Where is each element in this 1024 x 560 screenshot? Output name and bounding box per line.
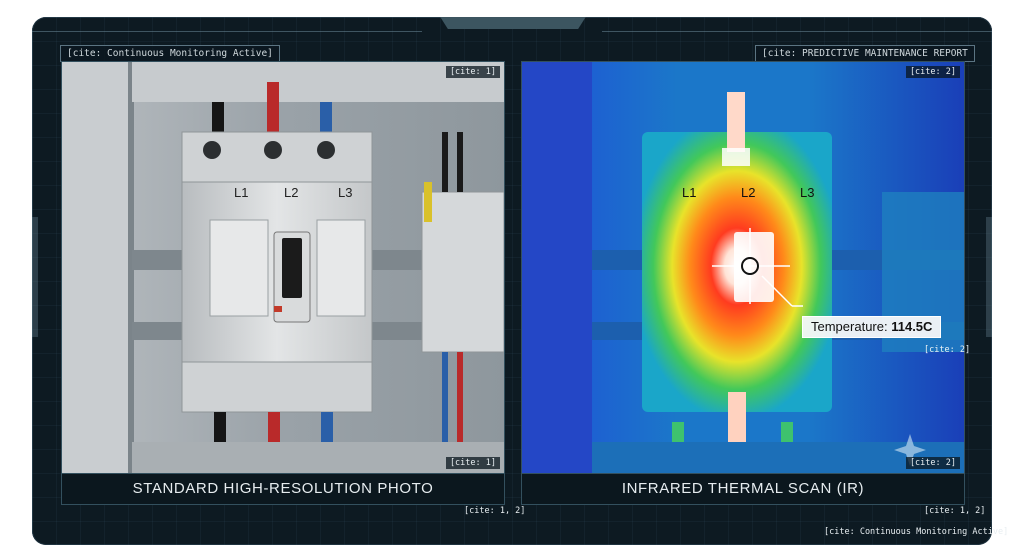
hud-line — [602, 31, 992, 32]
hud-side-bar — [986, 217, 992, 337]
temperature-value: 114.5C — [891, 319, 933, 334]
phase-label: L3 — [338, 185, 352, 200]
top-tab-decoration — [439, 17, 587, 29]
caption-citation: [cite: 1, 2] — [924, 506, 986, 516]
photo-caption: STANDARD HIGH-RESOLUTION PHOTO — [61, 474, 505, 505]
citation: [cite: 1] — [445, 66, 500, 78]
temperature-label: Temperature: — [811, 319, 888, 334]
temperature-citation: [cite: 2] — [924, 345, 971, 355]
thermal-panel: L1 L2 L3 [cite: 2] [cite: 2] — [521, 61, 965, 474]
thermal-image: L1 L2 L3 — [522, 62, 964, 473]
photo-panel: L1 L2 L3 [cite: 1] [cite: 1] — [61, 61, 505, 474]
caption-text: STANDARD HIGH-RESOLUTION PHOTO — [132, 480, 434, 497]
breaker-photo: L1 L2 L3 — [62, 62, 504, 473]
phase-label: L1 — [234, 185, 248, 200]
citation: [cite: 1] — [445, 457, 500, 469]
caption-citation: [cite: 1, 2] — [464, 506, 526, 516]
phase-label: L2 — [284, 185, 298, 200]
phase-label: L1 — [682, 185, 696, 200]
caption-text: INFRARED THERMAL SCAN (IR) — [621, 480, 865, 497]
hud-side-bar — [32, 217, 38, 337]
phase-label: L2 — [741, 185, 755, 200]
footer-citation: [cite: Continuous Monitoring Active] — [824, 527, 1009, 537]
temperature-readout: Temperature: 114.5C — [802, 316, 942, 338]
hud-line — [32, 31, 422, 32]
phase-label: L3 — [800, 185, 814, 200]
report-tag: [cite: PREDICTIVE MAINTENANCE REPORT — [755, 45, 975, 62]
thermal-caption: INFRARED THERMAL SCAN (IR) — [521, 474, 965, 505]
citation: [cite: 2] — [905, 457, 960, 469]
citation: [cite: 2] — [905, 66, 960, 78]
status-tag: [cite: Continuous Monitoring Active] — [60, 45, 280, 62]
